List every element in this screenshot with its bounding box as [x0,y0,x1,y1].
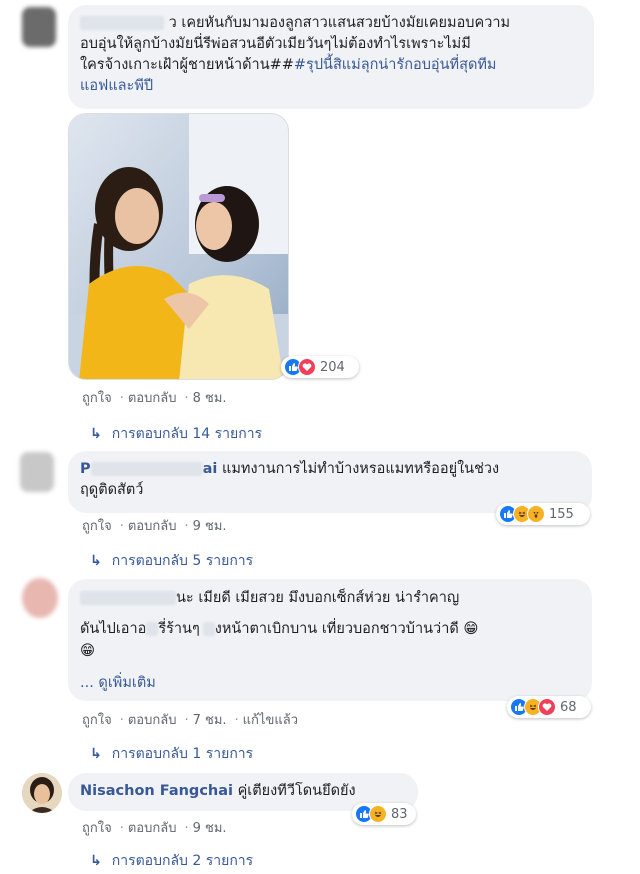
love-icon [298,358,316,376]
comment-actions-1: ถูกใจ · ตอบกลับ · 8 ชม. [82,387,231,408]
comment-actions-3: ถูกใจ · ตอบกลับ · 7 ชม. · แก้ไขแล้ว [82,709,302,730]
separator-dot: · [119,391,124,406]
hashtag-link[interactable]: #รุปนี้สิแม่ลุกน่ารักอบอุ่นที่สุดทีม [294,57,497,73]
comment-photo[interactable] [68,113,289,380]
reactions-summary-3[interactable]: 68 [507,696,591,718]
view-replies-3[interactable]: ↳ การตอบกลับ 1 รายการ [90,743,253,765]
separator-dot: · [119,519,124,534]
comment-text-line: อบอุ่นให้ลูกบ้างมัยนี่รีพ่อสวนอีตัวเมียว… [80,36,471,52]
haha-icon [369,805,387,823]
replies-label[interactable]: การตอบกลับ 5 รายการ [112,553,253,569]
comment-bubble-3: นะ เมียดี เมียสวย มึงบอกเซ็กส์ห่วย น่ารำ… [68,579,592,701]
view-replies-1[interactable]: ↳ การตอบกลับ 14 รายการ [90,423,262,445]
timestamp[interactable]: 7 ชม. [193,713,227,728]
replies-label[interactable]: การตอบกลับ 14 รายการ [112,426,262,442]
commenter-name-blurred[interactable] [90,462,203,476]
reactions-summary-1[interactable]: 204 [281,356,359,378]
comment-text-fragment: รี่ร้านๆ [158,621,200,637]
commenter-name-blurred[interactable] [80,591,176,605]
view-replies-4[interactable]: ↳ การตอบกลับ 2 รายการ [90,850,253,872]
comment-actions-4: ถูกใจ · ตอบกลับ · 9 ชม. [82,817,231,838]
separator-dot: · [184,391,189,406]
view-replies-2[interactable]: ↳ การตอบกลับ 5 รายการ [90,550,253,572]
commenter-name-blurred[interactable] [80,16,164,30]
reply-arrow-icon: ↳ [90,426,102,442]
comment-text-line: 😁 [80,643,96,659]
reactions-count: 204 [320,359,345,375]
reactions-count: 68 [560,699,577,715]
like-action[interactable]: ถูกใจ [82,821,112,836]
comment-text-line: ใครจ้างเกาะเฝ้าผู้ชายหน้าด้าน## [80,57,294,73]
reactions-summary-4[interactable]: 83 [352,803,416,825]
timestamp[interactable]: 9 ชม. [193,821,227,836]
reply-arrow-icon: ↳ [90,553,102,569]
timestamp[interactable]: 9 ชม. [193,519,227,534]
separator-dot: · [184,821,189,836]
separator-dot: · [119,821,124,836]
comment-text-fragment: งหน้าตาเบิกบาน เที่ยวบอกชาวบ้านว่าดี 😁 [214,621,479,637]
censored-text [146,622,159,636]
timestamp[interactable]: 8 ชม. [193,391,227,406]
comment-text: คู่เตียงทีวีโดนยึดยัง [237,783,356,799]
reactions-count: 155 [549,506,574,522]
avatar-commenter-2[interactable] [20,452,54,492]
wow-icon [527,505,545,523]
reply-arrow-icon: ↳ [90,853,102,869]
avatar-commenter-3[interactable] [22,578,58,618]
hashtag-link-continued[interactable]: แอฟและพีปี [80,76,582,97]
comment-text-fragment: ดันไปเอาอ [80,621,147,637]
avatar-commenter-4[interactable] [22,773,62,813]
reactions-count: 83 [391,806,408,822]
reply-action[interactable]: ตอบกลับ [128,713,177,728]
separator-dot: · [234,713,239,728]
reactions-summary-2[interactable]: 155 [496,503,590,525]
comment-text-line: แมทงานการไม่ทำบ้างหรอแมทหรืออยู่ในช่วง [222,461,500,477]
censored-text [202,622,215,636]
like-action[interactable]: ถูกใจ [82,391,112,406]
like-action[interactable]: ถูกใจ [82,519,112,534]
comment-text-fragment: น [176,590,186,606]
see-more-link[interactable]: ... ดูเพิ่มเติม [80,672,580,694]
like-action[interactable]: ถูกใจ [82,713,112,728]
comment-text-line: ฤดูติดสัตว์ [80,482,144,498]
comment-bubble-1: ว เคยหันกับมามองลูกสาวแสนสวยบ้างมัยเคยมอ… [68,5,594,109]
replies-label[interactable]: การตอบกลับ 2 รายการ [112,853,253,869]
commenter-name[interactable]: Nisachon Fangchai [80,783,233,799]
reply-action[interactable]: ตอบกลับ [128,391,177,406]
separator-dot: · [184,519,189,534]
commenter-name[interactable]: P [80,461,91,477]
separator-dot: · [184,713,189,728]
commenter-name-end[interactable]: ai [203,461,218,477]
reply-action[interactable]: ตอบกลับ [128,821,177,836]
love-icon [538,698,556,716]
comment-text-fragment: ะ เมียดี เมียสวย มึงบอกเซ็กส์ห่วย น่ารำค… [185,590,460,606]
reply-arrow-icon: ↳ [90,746,102,762]
comment-text-line: ว เคยหันกับมามองลูกสาวแสนสวยบ้างมัยเคยมอ… [168,15,511,31]
edited-label[interactable]: แก้ไขแล้ว [243,713,298,728]
reply-action[interactable]: ตอบกลับ [128,519,177,534]
replies-label[interactable]: การตอบกลับ 1 รายการ [112,746,253,762]
comment-actions-2: ถูกใจ · ตอบกลับ · 9 ชม. [82,515,231,536]
avatar-commenter-1[interactable] [22,7,56,47]
separator-dot: · [119,713,124,728]
